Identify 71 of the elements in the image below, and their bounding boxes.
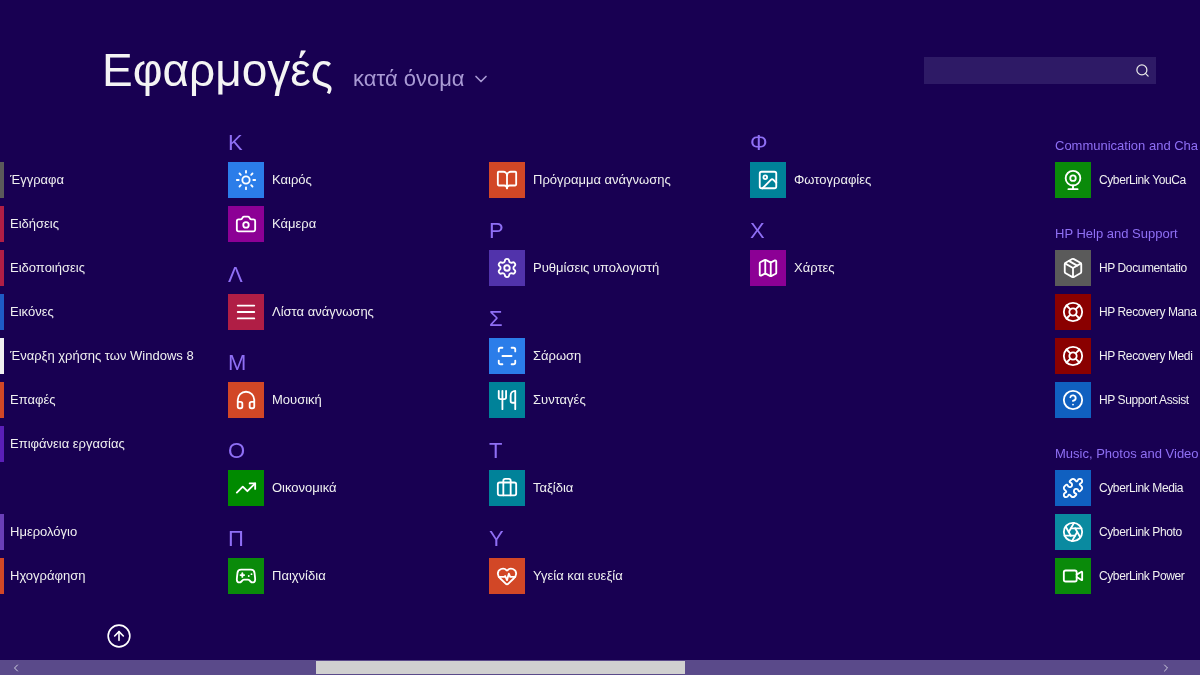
search-icon xyxy=(1135,63,1150,78)
letter-heading: Υ xyxy=(489,526,504,552)
package-icon xyxy=(1062,257,1084,279)
app-list-item[interactable]: Μουσική xyxy=(228,382,326,418)
app-list-item[interactable]: Πρόγραμμα ανάγνωσης xyxy=(489,162,675,198)
letter-heading: Λ xyxy=(228,262,243,288)
app-list-item[interactable]: HP Support Assist xyxy=(1055,382,1189,418)
app-list-item[interactable]: Φωτογραφίες xyxy=(750,162,876,198)
briefcase-icon xyxy=(496,477,518,499)
app-list-item[interactable]: Σάρωση xyxy=(489,338,586,374)
app-list-item[interactable]: Έναρξη χρήσης των Windows 8 xyxy=(0,338,198,374)
app-list-item[interactable]: Υγεία και ευεξία xyxy=(489,558,627,594)
app-list-item[interactable]: HP Recovery Medi xyxy=(1055,338,1193,374)
app-list-item[interactable]: Λίστα ανάγνωσης xyxy=(228,294,378,330)
puzzle-icon xyxy=(1062,477,1084,499)
app-list-item[interactable]: Εικόνες xyxy=(0,294,58,330)
image-icon xyxy=(757,169,779,191)
app-list-item[interactable]: CyberLink Power xyxy=(1055,558,1185,594)
app-list-item[interactable]: CyberLink Photo xyxy=(1055,514,1182,550)
camera-icon xyxy=(235,213,257,235)
app-list-item[interactable]: Ειδοποιήσεις xyxy=(0,250,89,286)
gear-icon xyxy=(496,257,518,279)
cutlery-icon xyxy=(496,389,518,411)
app-list-item[interactable]: CyberLink YouCa xyxy=(1055,162,1186,198)
page-title: Εφαρμογές xyxy=(102,43,334,98)
sort-dropdown[interactable]: κατά όνομα xyxy=(353,62,491,95)
letter-heading: Φ xyxy=(750,130,768,156)
headphones-icon xyxy=(235,389,257,411)
sun-icon xyxy=(235,169,257,191)
help-icon xyxy=(1062,389,1084,411)
letter-heading: Χ xyxy=(750,218,765,244)
category-heading: HP Help and Support xyxy=(1055,225,1178,243)
category-heading: Communication and Cha xyxy=(1055,137,1199,155)
app-list-item[interactable]: CyberLink Media xyxy=(1055,470,1184,506)
letter-heading: Σ xyxy=(489,306,503,332)
app-list-item[interactable]: Κάμερα xyxy=(228,206,321,242)
arrow-up-icon xyxy=(106,623,132,649)
lifebuoy-icon xyxy=(1062,345,1084,367)
map-icon xyxy=(757,257,779,279)
book-icon xyxy=(496,169,518,191)
app-list-item[interactable]: HP Documentatio xyxy=(1055,250,1187,286)
app-list-item[interactable]: Ρυθμίσεις υπολογιστή xyxy=(489,250,664,286)
category-heading: Music, Photos and Video xyxy=(1055,445,1199,463)
aperture-icon xyxy=(1062,521,1084,543)
search-field[interactable] xyxy=(924,57,1156,84)
scrollbar-thumb[interactable] xyxy=(316,661,685,674)
app-list-item[interactable]: Οικονομικά xyxy=(228,470,341,506)
heart-pulse-icon xyxy=(496,565,518,587)
letter-heading: Ρ xyxy=(489,218,504,244)
app-list-item[interactable]: Παιχνίδια xyxy=(228,558,330,594)
app-list-item[interactable]: Ημερολόγιο xyxy=(0,514,82,550)
app-list-item[interactable]: Έγγραφα xyxy=(0,162,69,198)
letter-heading: Μ xyxy=(228,350,247,376)
app-list-item[interactable]: Χάρτες xyxy=(750,250,839,286)
lifebuoy-icon xyxy=(1062,301,1084,323)
letter-heading: Κ xyxy=(228,130,243,156)
app-list-item[interactable]: HP Recovery Mana xyxy=(1055,294,1197,330)
app-list-item[interactable]: Συνταγές xyxy=(489,382,590,418)
app-list-item[interactable]: Επιφάνεια εργασίας xyxy=(0,426,129,462)
app-list-item[interactable]: Επαφές xyxy=(0,382,60,418)
scanner-icon xyxy=(496,345,518,367)
app-list-item[interactable]: Ειδήσεις xyxy=(0,206,63,242)
letter-heading: Τ xyxy=(489,438,503,464)
app-list-item[interactable]: Ηχογράφηση xyxy=(0,558,90,594)
scroll-up-button[interactable] xyxy=(106,623,132,649)
app-list-item[interactable]: Ταξίδια xyxy=(489,470,578,506)
app-list-item[interactable]: Καιρός xyxy=(228,162,316,198)
horizontal-scrollbar[interactable] xyxy=(0,660,1200,675)
webcam-icon xyxy=(1062,169,1084,191)
letter-heading: Π xyxy=(228,526,244,552)
letter-heading: Ο xyxy=(228,438,246,464)
